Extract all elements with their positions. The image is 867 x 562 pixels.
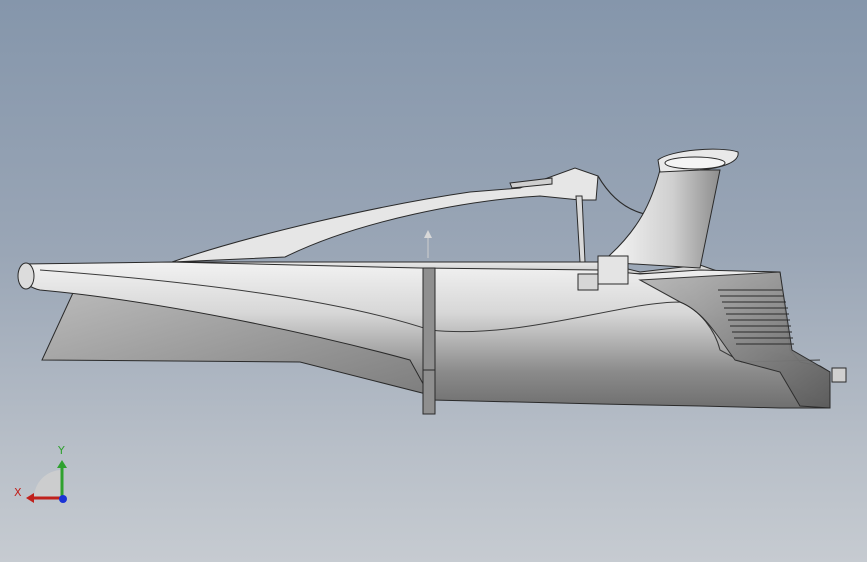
- cabin-block-small: [577, 273, 599, 291]
- vertical-plate: [422, 267, 436, 415]
- bow-tip: [17, 262, 35, 290]
- frame-strut: [575, 195, 586, 263]
- cabin-block: [597, 255, 629, 285]
- axis-triad: Y X: [14, 444, 67, 503]
- boat-3d-model[interactable]: [0, 0, 867, 562]
- y-axis-label: Y: [57, 444, 65, 457]
- x-axis-arrowhead-icon: [26, 493, 34, 503]
- direction-arrow-icon: [424, 230, 432, 258]
- z-axis-dot-icon: [59, 495, 67, 503]
- frame-curve: [597, 175, 651, 216]
- y-axis-arrowhead-icon: [57, 460, 67, 468]
- stern-fitting: [831, 367, 847, 383]
- triad-plane: [34, 470, 62, 498]
- funnel-mast: [600, 169, 721, 269]
- cad-graphics-viewport[interactable]: Y X: [0, 0, 867, 562]
- x-axis-label: X: [14, 486, 22, 499]
- funnel-cap-top: [664, 156, 726, 170]
